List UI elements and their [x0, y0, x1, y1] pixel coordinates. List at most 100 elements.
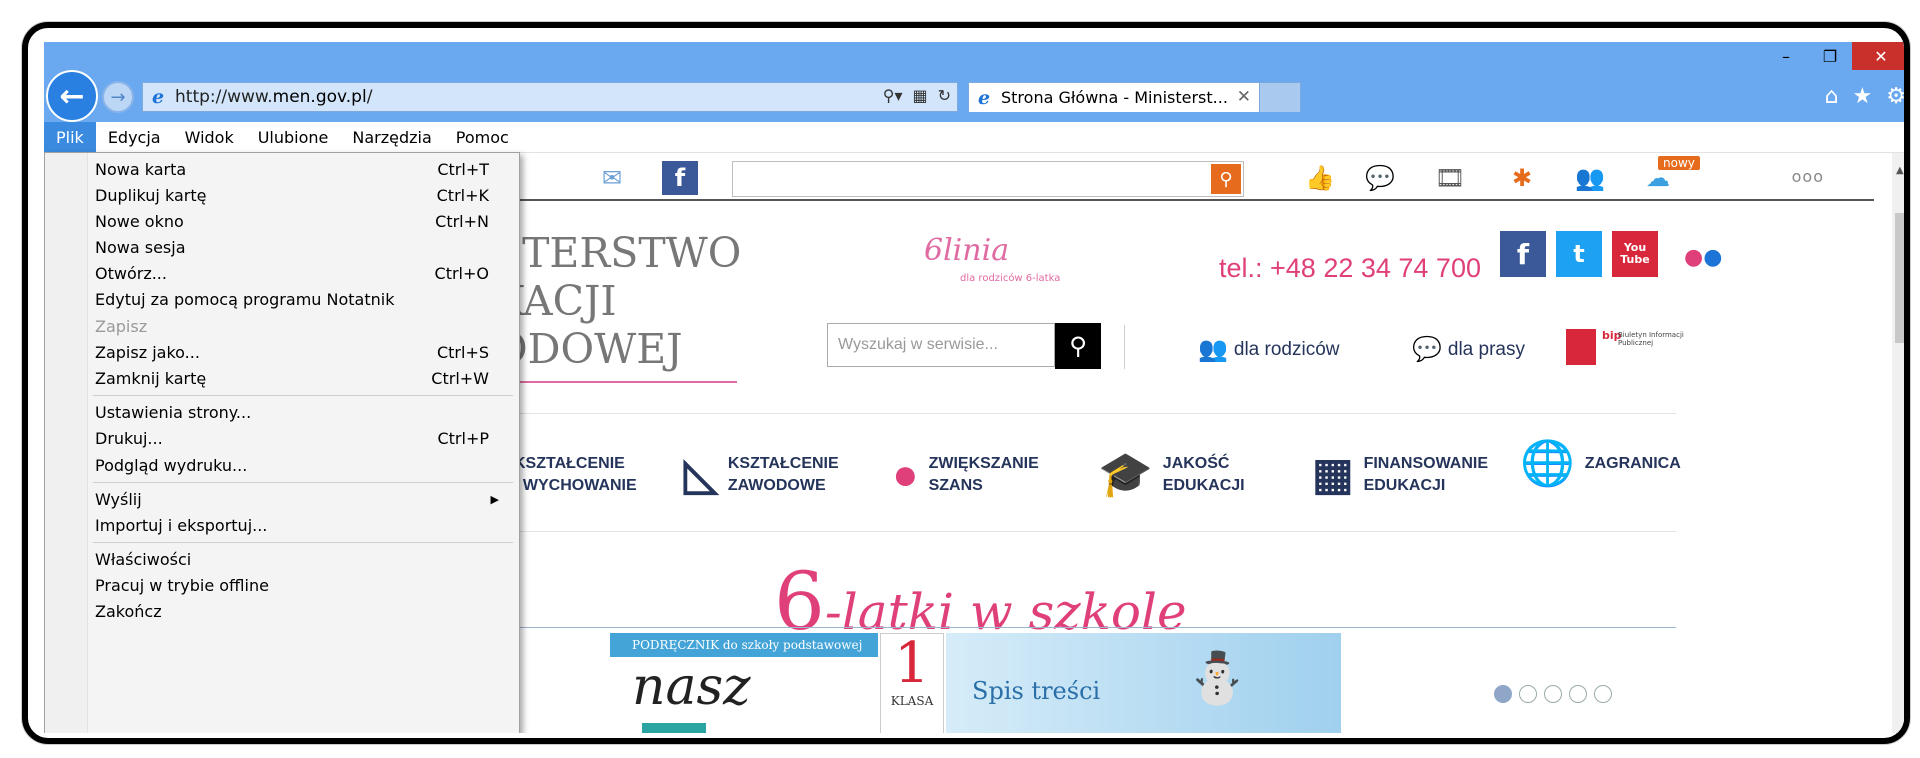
menu-item-zapisz: Zapisz [95, 316, 148, 336]
magnifier-icon: ⚲ [1069, 332, 1087, 360]
carousel-dot[interactable] [1519, 685, 1537, 703]
menu-item-podglad-wydruku[interactable]: Podgląd wydruku... [87, 452, 517, 478]
search-icon[interactable]: ⚲ [1211, 164, 1241, 194]
tab-close-icon[interactable]: ✕ [1237, 87, 1251, 107]
tab-favicon-icon: e [977, 86, 991, 109]
menu-bar: Plik Edycja Widok Ulubione Narzędzia Pom… [44, 122, 1904, 153]
new-tab-button[interactable] [1259, 82, 1301, 112]
menu-edycja[interactable]: Edycja [96, 122, 173, 152]
refresh-icon[interactable]: ↻ [938, 86, 951, 105]
home-icon[interactable]: ⌂ [1825, 84, 1839, 109]
divider [494, 531, 1676, 532]
category-zagranica[interactable]: 🌐 ZAGRANICA [1520, 439, 1681, 488]
menu-item-drukuj[interactable]: Drukuj... Ctrl+P [87, 425, 517, 451]
category-ksztalcenie-wychowanie[interactable]: KSZTAŁCENIE I WYCHOWANIE [514, 453, 637, 497]
menu-item-duplikuj-karte[interactable]: Duplikuj kartę Ctrl+K [87, 182, 517, 208]
menu-item-zakoncz[interactable]: Zakończ [87, 598, 517, 624]
menu-plik[interactable]: Plik [44, 122, 96, 152]
flickr-icon[interactable]: ●● [1684, 245, 1722, 270]
scroll-up-icon[interactable]: ▲ [1896, 165, 1904, 176]
arrow-right-icon: → [110, 86, 126, 108]
category-ksztalcenie-zawodowe[interactable]: ◺ KSZTAŁCENIE ZAWODOWE [684, 453, 839, 497]
menu-item-nowa-sesja[interactable]: Nowa sesja [87, 234, 517, 260]
url-text[interactable]: http://www.men.gov.pl/ [175, 87, 372, 107]
back-button[interactable]: ← [46, 70, 98, 122]
search-icon[interactable]: ⚲▾ [883, 86, 903, 105]
gear-icon[interactable]: ⚙ [1886, 84, 1904, 109]
puzzle-icon[interactable]: ✱ [1504, 161, 1540, 195]
ministry-logo[interactable]: STERSTWO KACJI ODOWEJ [494, 229, 741, 373]
like-icon[interactable]: 👍 [1302, 161, 1338, 195]
child-snow-icon: ⛄ [1186, 649, 1249, 707]
carousel-dot[interactable] [1569, 685, 1587, 703]
youtube-link[interactable]: You Tube [1612, 231, 1658, 277]
site-search-button[interactable]: ⚲ [1055, 323, 1101, 369]
window-controls: – ❐ ✕ [1764, 42, 1904, 70]
scroll-thumb[interactable] [1895, 213, 1904, 343]
minimize-button[interactable]: – [1764, 42, 1808, 70]
spis-tresci-banner[interactable]: Spis treści ⛄ [946, 633, 1341, 733]
screenshot-frame: – ❐ ✕ ← → e http://www.men.gov.pl/ ⚲▾ ▦ … [22, 22, 1910, 744]
title-bar: – ❐ ✕ ← → e http://www.men.gov.pl/ ⚲▾ ▦ … [44, 42, 1904, 122]
press-link[interactable]: 💬 dla prasy [1412, 335, 1525, 364]
menu-narzedzia[interactable]: Narzędzia [340, 122, 443, 152]
tab-strona-glowna[interactable]: e Strona Główna - Ministerst... ✕ [968, 82, 1260, 112]
logo-underline [499, 381, 737, 383]
menu-item-otworz[interactable]: Otwórz... Ctrl+O [87, 260, 517, 286]
more-options-icon[interactable]: ooo [1792, 167, 1824, 186]
menu-item-nowa-karta[interactable]: Nowa karta Ctrl+T [87, 156, 517, 182]
compatibility-icon[interactable]: ▦ [912, 86, 927, 105]
menu-item-wyslij[interactable]: Wyślij ▶ [87, 486, 517, 512]
favorites-star-icon[interactable]: ★ [1853, 84, 1873, 109]
menu-item-zapisz-jako[interactable]: Zapisz jako... Ctrl+S [87, 339, 517, 365]
globe-icon: 🌐 [1520, 439, 1575, 488]
calculator-icon: ▦ [1312, 450, 1354, 499]
users-icon[interactable]: 👥 [1572, 161, 1608, 195]
address-bar[interactable]: e http://www.men.gov.pl/ ⚲▾ ▦ ↻ [142, 82, 958, 112]
menu-separator [93, 395, 513, 396]
twitter-link[interactable]: t [1556, 231, 1602, 277]
facebook-icon[interactable]: f [662, 161, 698, 195]
menu-item-pracuj-offline[interactable]: Pracuj w trybie offline [87, 572, 517, 598]
speech-bubble-icon: 💬 [1412, 336, 1442, 363]
apple-icon: ● [892, 450, 919, 499]
menu-item-ustawienia-strony[interactable]: Ustawienia strony... [87, 399, 517, 425]
menu-ulubione[interactable]: Ulubione [246, 122, 341, 152]
carousel-dot[interactable] [1594, 685, 1612, 703]
menu-item-zamknij-karte[interactable]: Zamknij kartę Ctrl+W [87, 365, 517, 391]
menu-item-importuj-eksportuj[interactable]: Importuj i eksportuj... [87, 512, 517, 538]
category-zwiekszanie-szans[interactable]: ● ZWIĘKSZANIE SZANS [892, 453, 1039, 497]
menu-separator [93, 482, 513, 483]
toolbar-search-input[interactable]: ⚲ [732, 161, 1244, 197]
menu-widok[interactable]: Widok [173, 122, 246, 152]
vertical-scrollbar[interactable]: ▲ [1892, 153, 1904, 733]
arrow-left-icon: ← [59, 78, 85, 114]
chat-icon[interactable]: 💬 [1362, 161, 1398, 195]
graduation-cap-icon: 🎓 [1098, 450, 1153, 499]
parents-icon: 👥 [1198, 336, 1228, 363]
close-button[interactable]: ✕ [1852, 42, 1904, 70]
category-finansowanie-edukacji[interactable]: ▦ FINANSOWANIE EDUKACJI [1312, 453, 1488, 497]
restore-button[interactable]: ❐ [1808, 42, 1852, 70]
menu-item-nowe-okno[interactable]: Nowe okno Ctrl+N [87, 208, 517, 234]
parents-link[interactable]: 👥 dla rodziców [1198, 335, 1340, 364]
linia-6-logo[interactable]: 6linia dla rodziców 6-latka [904, 233, 1214, 295]
textbook-cover[interactable]: PODRĘCZNIK do szkoły podstawowej nasz [610, 633, 878, 733]
category-jakosc-edukacji[interactable]: 🎓 JAKOŚĆ EDUKACJI [1098, 453, 1245, 497]
carousel-dot[interactable] [1544, 685, 1562, 703]
carousel-dot[interactable] [1494, 685, 1512, 703]
menu-pomoc[interactable]: Pomoc [444, 122, 521, 152]
site-search-input[interactable]: Wyszukaj w serwisie... [827, 323, 1055, 367]
menu-item-wlasciwosci[interactable]: Właściwości [87, 546, 517, 572]
menu-item-edytuj-notatnik[interactable]: Edytuj za pomocą programu Notatnik [87, 286, 517, 312]
video-icon[interactable]: 🎞 [1432, 161, 1468, 195]
forward-button[interactable]: → [102, 81, 134, 113]
divider [1124, 325, 1125, 369]
tab-title: Strona Główna - Ministerst... [1001, 88, 1228, 107]
mail-icon[interactable]: ✉ [594, 161, 630, 195]
bip-link[interactable]: bip Biuletyn Informacji Publicznej [1566, 329, 1686, 373]
file-menu: Nowa karta Ctrl+T Duplikuj kartę Ctrl+K No… [44, 152, 520, 733]
cover-stripe [642, 723, 706, 733]
facebook-link[interactable]: f [1500, 231, 1546, 277]
menu-separator [93, 542, 513, 543]
